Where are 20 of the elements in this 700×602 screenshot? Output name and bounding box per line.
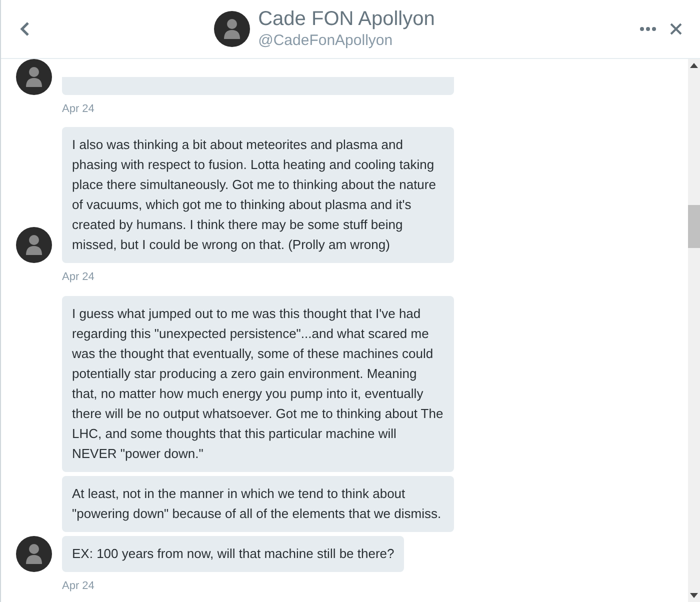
more-icon bbox=[640, 27, 656, 31]
message-text: I also was thinking a bit about meteorites and plasma and phasing with respect to fusion. Lotta heating and cooling taking place there simultaneously. Got me to thinking about the nature of vacuums, which got me to thinking about plasma and it's created by humans. I think there may be some stuff being missed, but I could be wrong on that. (Prolly am wrong) bbox=[62, 127, 454, 263]
scroll-down-icon[interactable] bbox=[690, 593, 698, 598]
scrollbar[interactable] bbox=[688, 59, 700, 602]
scroll-thumb[interactable] bbox=[688, 205, 700, 248]
message-text: EX: 100 years from now, will that machine still be there? bbox=[62, 536, 404, 572]
scroll-up-icon[interactable] bbox=[690, 63, 698, 68]
profile-name: Cade FON Apollyon bbox=[258, 7, 435, 32]
message-date: Apr 24 bbox=[62, 578, 96, 594]
message-date: Apr 24 bbox=[62, 102, 96, 116]
close-icon bbox=[670, 23, 682, 35]
avatar[interactable] bbox=[16, 536, 52, 572]
avatar[interactable] bbox=[214, 11, 250, 47]
message-text: At least, not in the manner in which we tend to think about "powering down" because of all of the elements that we dismiss. bbox=[62, 476, 454, 532]
message-text: I guess what jumped out to me was this thought that I've had regarding this "unexpected persistence"...and what scared me was the thought that eventually, some of these machines could potentially star producing a zero gain environment. Meaning that, no matter how much energy you pump into it, eventually there will be no output whatsoever. Got me to thinking about The LHC, and some thoughts that this particular machine will NEVER "power down." bbox=[62, 296, 454, 472]
back-icon bbox=[20, 21, 30, 37]
profile-handle: @CadeFonApollyon bbox=[258, 32, 394, 51]
message-date: Apr 24 bbox=[62, 270, 96, 285]
avatar[interactable] bbox=[16, 59, 52, 94]
avatar[interactable] bbox=[16, 227, 52, 263]
